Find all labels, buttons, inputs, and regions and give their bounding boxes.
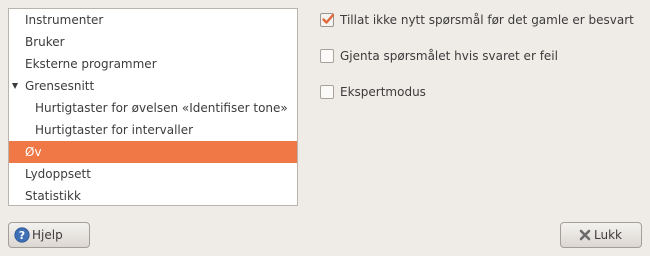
checkbox-checked[interactable] <box>320 13 335 27</box>
tree-item-statistikk[interactable]: Statistikk <box>9 185 297 205</box>
checkmark-icon <box>322 13 335 24</box>
tree-item-label: Hurtigtaster for intervaller <box>35 123 194 137</box>
help-button-label: Hjelp <box>32 228 63 242</box>
expander-triangle-down-icon[interactable] <box>12 83 18 89</box>
tree-item-label: Hurtigtaster for øvelsen «Identifiser to… <box>35 101 288 115</box>
tree-item-grensesnitt[interactable]: Grensesnitt <box>9 75 297 97</box>
tree-item-label: Instrumenter <box>25 13 104 27</box>
tree-item-label: Grensesnitt <box>25 79 95 93</box>
option-label: Gjenta spørsmålet hvis svaret er feil <box>340 49 558 63</box>
tree-item-instrumenter[interactable]: Instrumenter <box>9 9 297 31</box>
checkbox-unchecked[interactable] <box>320 85 334 99</box>
tree-item-label: Statistikk <box>25 189 81 203</box>
tree-item-label: Eksterne programmer <box>25 57 157 71</box>
tree-item-hurtigtaster-identifiser-tone[interactable]: Hurtigtaster for øvelsen «Identifiser to… <box>9 97 297 119</box>
category-tree[interactable]: Instrumenter Bruker Eksterne programmer … <box>8 8 298 206</box>
tree-item-ov-selected[interactable]: Øv <box>9 141 297 163</box>
tree-item-label: Øv <box>25 145 42 159</box>
tree-item-bruker[interactable]: Bruker <box>9 31 297 53</box>
checkbox-unchecked[interactable] <box>320 49 334 63</box>
help-button[interactable]: ? Hjelp <box>8 222 90 248</box>
tree-item-lydoppsett[interactable]: Lydoppsett <box>9 163 297 185</box>
tree-item-eksterne-programmer[interactable]: Eksterne programmer <box>9 53 297 75</box>
tree-item-label: Lydoppsett <box>25 167 91 181</box>
close-button[interactable]: Lukk <box>560 222 642 248</box>
svg-text:?: ? <box>19 229 25 242</box>
help-icon: ? <box>14 227 30 251</box>
tree-item-hurtigtaster-intervaller[interactable]: Hurtigtaster for intervaller <box>9 119 297 141</box>
option-label: Ekspertmodus <box>340 85 426 99</box>
tree-item-label: Bruker <box>25 35 65 49</box>
close-x-icon <box>578 227 592 251</box>
close-button-label: Lukk <box>594 228 622 242</box>
option-label: Tillat ikke nytt spørsmål før det gamle … <box>340 13 634 27</box>
